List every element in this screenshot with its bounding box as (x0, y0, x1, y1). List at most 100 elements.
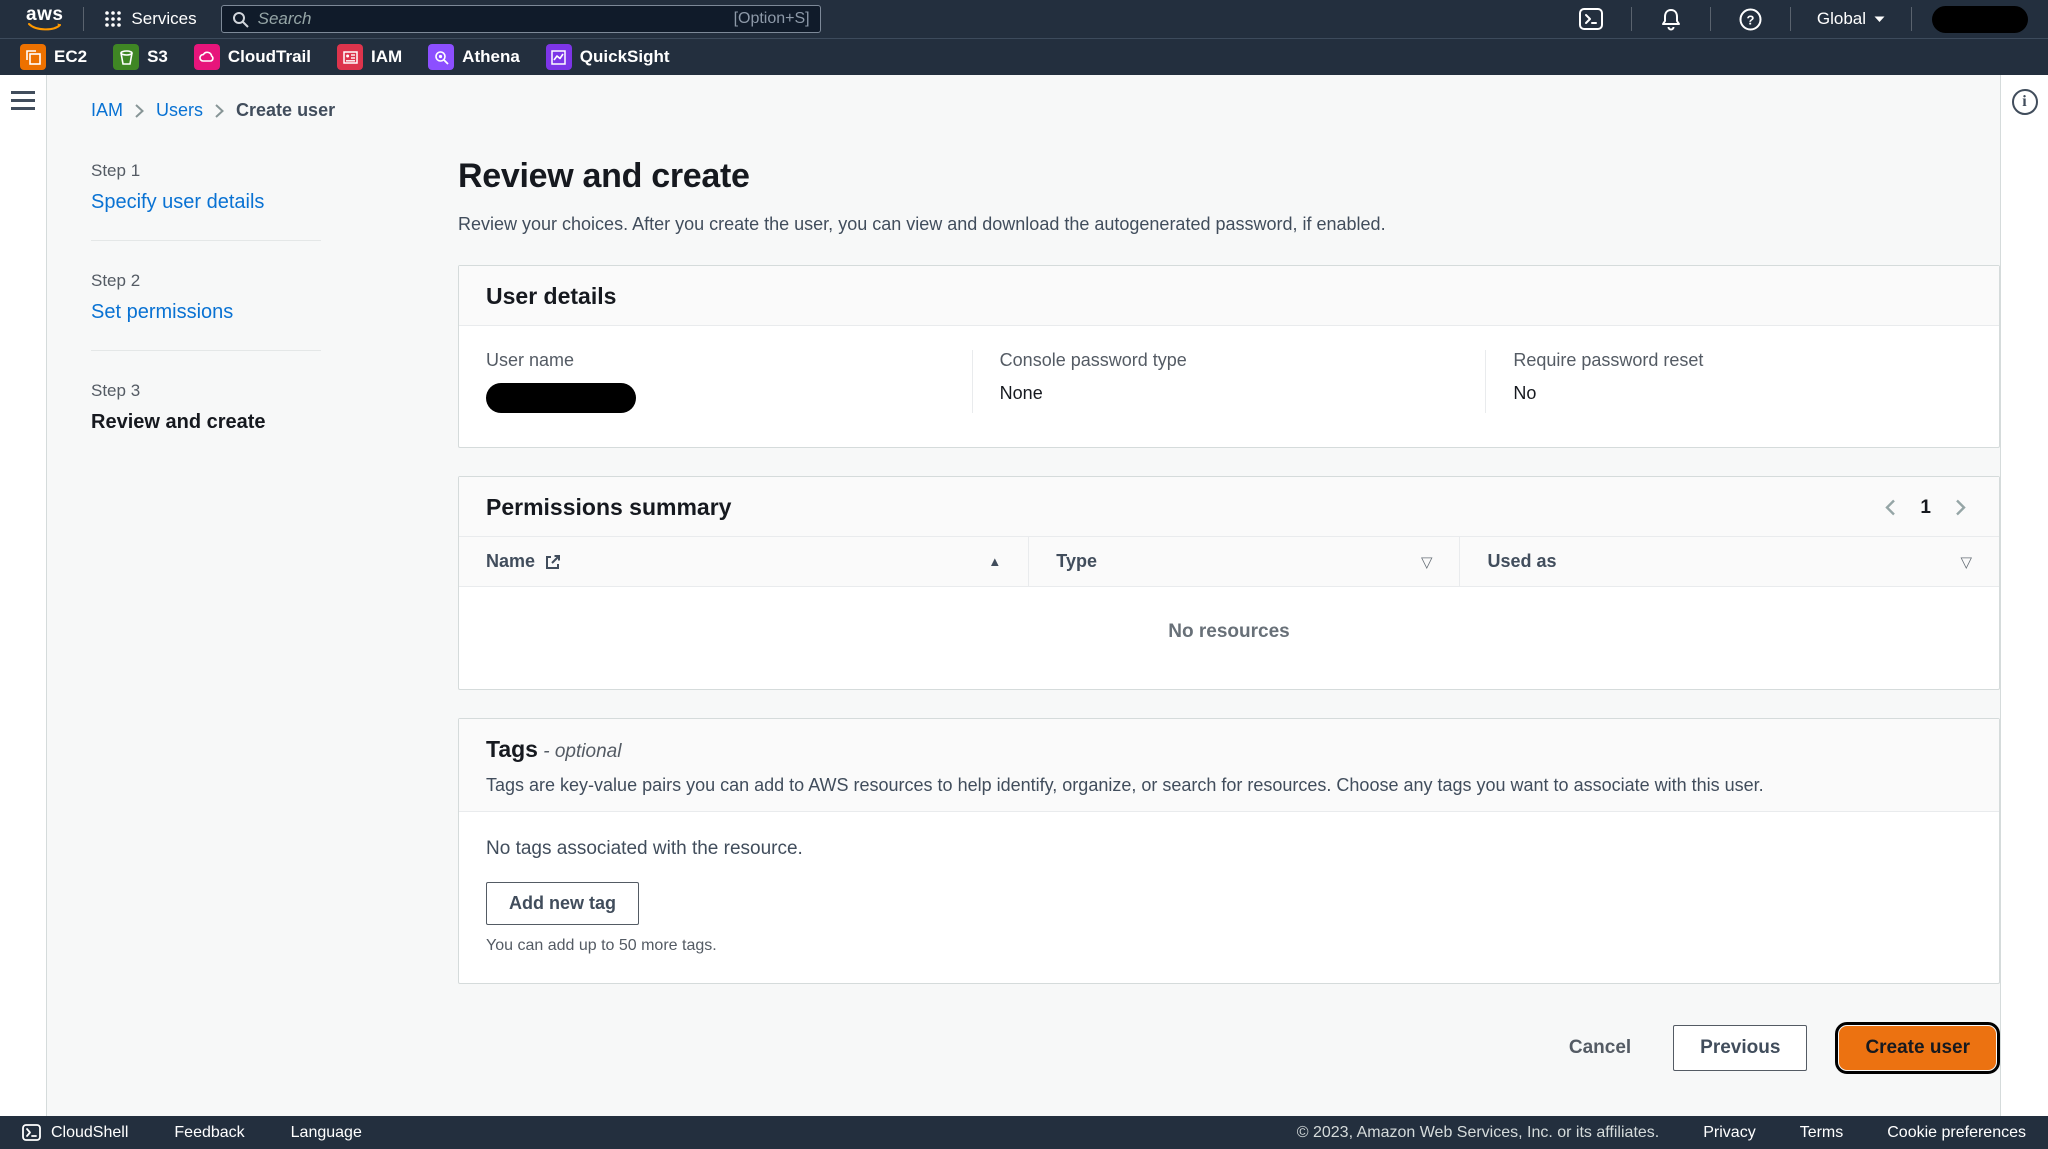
chevron-down-icon (1874, 16, 1885, 23)
notifications-button[interactable] (1642, 0, 1700, 38)
cloudtrail-icon (194, 44, 220, 70)
question-circle-icon: ? (1739, 8, 1762, 31)
footer-cookie-preferences-link[interactable]: Cookie preferences (1887, 1124, 2026, 1142)
svg-text:?: ? (1746, 12, 1754, 27)
breadcrumb-iam-link[interactable]: IAM (91, 100, 123, 121)
services-grid-icon (104, 10, 122, 28)
nav-divider (1790, 7, 1791, 31)
tags-card: Tags - optional Tags are key-value pairs… (458, 718, 2000, 984)
favorite-label: Athena (462, 47, 520, 67)
breadcrumb-current: Create user (236, 100, 335, 121)
step-3-current-label: Review and create (91, 411, 266, 433)
type-column-label: Type (1056, 551, 1097, 572)
quicksight-icon (546, 44, 572, 70)
favorite-cloudtrail[interactable]: CloudTrail (194, 44, 311, 70)
help-button[interactable]: ? (1721, 0, 1780, 38)
footer-cloudshell-button[interactable]: CloudShell (22, 1124, 128, 1142)
info-icon[interactable]: i (2012, 89, 2038, 115)
favorite-athena[interactable]: Athena (428, 44, 520, 70)
breadcrumb-chevron-icon (135, 104, 144, 118)
aws-logo-text: aws (26, 7, 63, 23)
favorite-label: CloudTrail (228, 47, 311, 67)
permissions-summary-header: Permissions summary 1 (459, 477, 1999, 537)
footer-bar: CloudShell Feedback Language © 2023, Ama… (0, 1116, 2048, 1149)
favorite-quicksight[interactable]: QuickSight (546, 44, 670, 70)
add-new-tag-button[interactable]: Add new tag (486, 882, 639, 925)
nav-divider (1631, 7, 1632, 31)
tags-limit-hint: You can add up to 50 more tags. (486, 937, 1972, 955)
region-label: Global (1817, 9, 1866, 29)
page-number[interactable]: 1 (1920, 497, 1931, 519)
previous-button[interactable]: Previous (1673, 1025, 1807, 1071)
footer-cloudshell-label: CloudShell (51, 1124, 128, 1142)
wizard-steps-nav: Step 1 Specify user details Step 2 Set p… (91, 155, 411, 1074)
region-selector[interactable]: Global (1801, 9, 1901, 29)
create-user-focus-ring: Create user (1835, 1022, 2000, 1074)
next-page-button[interactable] (1955, 499, 1966, 516)
breadcrumb-users-link[interactable]: Users (156, 100, 203, 121)
menu-toggle-button[interactable] (11, 91, 35, 113)
nav-divider (1710, 7, 1711, 31)
console-password-type-value: None (1000, 383, 1459, 404)
cancel-button[interactable]: Cancel (1555, 1027, 1645, 1069)
pagination: 1 (1885, 497, 1972, 519)
previous-page-button[interactable] (1885, 499, 1896, 516)
footer-feedback-button[interactable]: Feedback (174, 1124, 244, 1142)
sort-ascending-icon[interactable]: ▲ (988, 554, 1001, 569)
search-input[interactable]: Search [Option+S] (221, 5, 821, 33)
step-divider (91, 240, 321, 241)
services-label: Services (131, 9, 196, 29)
footer-privacy-link[interactable]: Privacy (1703, 1124, 1755, 1142)
account-menu-redacted[interactable] (1932, 6, 2028, 33)
step-number: Step 2 (91, 271, 411, 291)
app-shell: IAM Users Create user Step 1 Specify use… (0, 75, 2048, 1116)
search-icon (232, 11, 249, 28)
step-number: Step 3 (91, 381, 411, 401)
side-nav-collapsed (0, 75, 47, 1116)
user-name-label: User name (486, 350, 945, 371)
aws-logo[interactable]: aws (26, 7, 63, 31)
column-header-used-as[interactable]: Used as ▽ (1460, 537, 1999, 587)
external-link-icon (545, 554, 561, 570)
step-divider (91, 350, 321, 351)
column-header-name[interactable]: Name ▲ (459, 537, 1029, 587)
bell-icon (1660, 8, 1682, 31)
column-header-type[interactable]: Type ▽ (1029, 537, 1460, 587)
aws-smile-icon (28, 23, 62, 31)
type-filter-icon[interactable]: ▽ (1421, 553, 1433, 571)
cloudshell-button[interactable] (1561, 0, 1621, 38)
iam-icon (337, 44, 363, 70)
step-2-link[interactable]: Set permissions (91, 301, 233, 323)
services-menu-button[interactable]: Services (94, 0, 206, 38)
user-details-card: User details User name Console password … (458, 265, 2000, 448)
favorite-iam[interactable]: IAM (337, 44, 402, 70)
no-resources-text: No resources (1168, 621, 1289, 642)
favorite-s3[interactable]: S3 (113, 44, 168, 70)
breadcrumb-chevron-icon (215, 104, 224, 118)
user-details-header: User details (459, 266, 1999, 326)
used-as-column-label: Used as (1487, 551, 1556, 572)
search-shortcut-hint: [Option+S] (734, 10, 810, 28)
name-column-label: Name (486, 551, 535, 572)
footer-terms-link[interactable]: Terms (1800, 1124, 1844, 1142)
page-title: Review and create (458, 157, 2000, 196)
permissions-table: Name ▲ Type (459, 537, 1999, 689)
wizard-actions: Cancel Previous Create user (458, 1022, 2000, 1074)
footer-language-button[interactable]: Language (291, 1124, 362, 1142)
user-name-field: User name (459, 350, 972, 413)
ec2-icon (20, 44, 46, 70)
used-as-filter-icon[interactable]: ▽ (1960, 553, 1972, 571)
cloudshell-terminal-icon (1579, 8, 1603, 30)
tags-header: Tags - optional Tags are key-value pairs… (459, 719, 1999, 812)
favorites-bar: EC2 S3 CloudTrail IAM Athena QuickSight (0, 38, 2048, 75)
step-1-link[interactable]: Specify user details (91, 191, 264, 213)
favorite-ec2[interactable]: EC2 (20, 44, 87, 70)
favorite-label: IAM (371, 47, 402, 67)
require-password-reset-label: Require password reset (1513, 350, 1972, 371)
user-details-body: User name Console password type None Req… (459, 326, 1999, 447)
chevron-left-icon (1885, 499, 1896, 516)
create-user-button[interactable]: Create user (1839, 1026, 1996, 1070)
user-name-value-redacted (486, 383, 636, 413)
page-subtitle: Review your choices. After you create th… (458, 214, 2000, 235)
console-password-type-label: Console password type (1000, 350, 1459, 371)
